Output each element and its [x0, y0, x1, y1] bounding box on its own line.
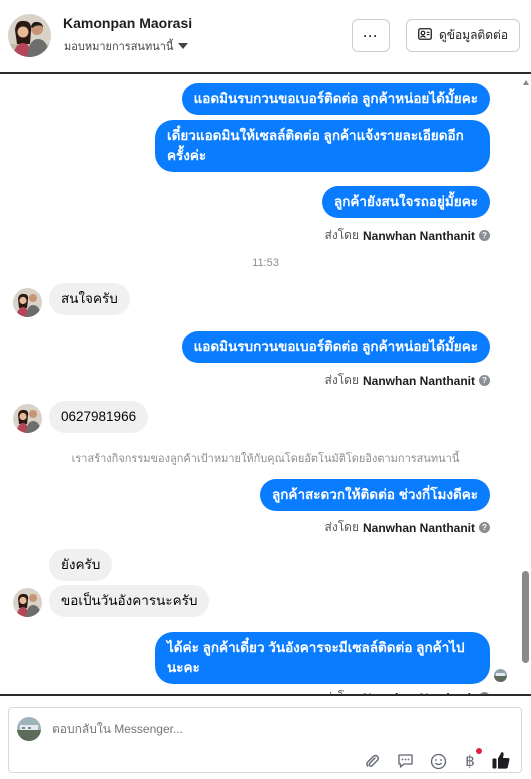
sent-by-label: ส่งโดย Nanwhan Nanthanit ? — [325, 371, 490, 390]
more-options-button[interactable]: ··· — [352, 19, 390, 52]
notification-dot — [476, 748, 482, 754]
message-incoming[interactable]: สนใจครับ — [49, 283, 130, 315]
contact-card-icon — [418, 28, 432, 43]
sent-by-name[interactable]: Nanwhan Nanthanit — [363, 229, 475, 243]
view-contact-button[interactable]: ดูข้อมูลติดต่อ — [406, 19, 520, 52]
sent-by-name[interactable]: Nanwhan Nanthanit — [363, 374, 475, 388]
sent-by-prefix: ส่งโดย — [324, 520, 359, 534]
reply-input[interactable] — [52, 722, 352, 736]
baht-glyph: ฿ — [465, 753, 475, 770]
sent-by-label: ส่งโดย Nanwhan Nanthanit ? — [325, 518, 490, 537]
contact-avatar-small — [13, 404, 42, 433]
help-icon[interactable]: ? — [479, 522, 490, 533]
contact-avatar[interactable] — [8, 14, 51, 57]
contact-avatar-small — [13, 288, 42, 317]
message-outgoing[interactable]: เดี๋ยวแอดมินให้เซลล์ติดต่อ ลูกค้าแจ้งราย… — [155, 120, 490, 172]
message-outgoing[interactable]: ลูกค้าสะดวกให้ติดต่อ ช่วงกี่โมงดีคะ — [259, 479, 490, 511]
help-icon[interactable]: ? — [479, 375, 490, 386]
assign-label: มอบหมายการสนทนานี้ — [64, 41, 174, 53]
message-outgoing[interactable]: ลูกค้ายังสนใจรถอยู่มั้ยคะ — [321, 186, 490, 218]
assign-conversation-dropdown[interactable]: มอบหมายการสนทนานี้ — [64, 37, 189, 55]
thread-scrollbar[interactable] — [522, 76, 530, 694]
contact-name[interactable]: Kamonpan Maorasi — [63, 15, 192, 31]
like-icon[interactable] — [490, 749, 512, 771]
sent-by-label: ส่งโดย Nanwhan Nanthanit ? — [325, 226, 490, 245]
scrollbar-thumb[interactable] — [522, 571, 529, 663]
message-outgoing[interactable]: แอดมินรบกวนขอเบอร์ติดต่อ ลูกค้าหน่อยได้ม… — [181, 331, 490, 363]
caret-down-icon — [178, 43, 189, 49]
contact-avatar-small — [13, 588, 42, 617]
message-incoming[interactable]: 0627981966 — [49, 401, 149, 433]
time-separator: 11:53 — [252, 257, 279, 269]
message-thread[interactable]: แอดมินรบกวนขอเบอร์ติดต่อ ลูกค้าหน่อยได้ม… — [0, 76, 531, 694]
message-incoming[interactable]: ขอเป็นวันอังคารนะครับ — [49, 585, 210, 617]
attachment-icon[interactable] — [363, 752, 381, 770]
payment-baht-icon[interactable]: ฿ — [461, 748, 482, 770]
composer-box[interactable]: ฿ — [8, 707, 522, 773]
message-incoming[interactable]: ยังครับ — [49, 549, 113, 581]
seen-avatar — [494, 669, 507, 682]
page-avatar — [17, 717, 41, 741]
system-note: เราสร้างกิจกรรมของลูกค้าเป้าหมายให้กับคุ… — [71, 453, 460, 465]
sent-by-prefix: ส่งโดย — [324, 373, 359, 387]
message-outgoing[interactable]: แอดมินรบกวนขอเบอร์ติดต่อ ลูกค้าหน่อยได้ม… — [181, 83, 490, 115]
scroll-up-arrow-icon[interactable] — [523, 80, 529, 85]
conversation-header: Kamonpan Maorasi มอบหมายการสนทนานี้ ··· … — [0, 0, 531, 74]
help-icon[interactable]: ? — [479, 230, 490, 241]
view-contact-label: ดูข้อมูลติดต่อ — [438, 28, 509, 42]
saved-replies-icon[interactable] — [396, 752, 414, 770]
message-outgoing[interactable]: ได้ค่ะ ลูกค้าเดี๋ยว วันอังคารจะมีเซลล์ติ… — [155, 632, 490, 684]
reply-composer: ฿ — [0, 694, 531, 779]
sent-by-name[interactable]: Nanwhan Nanthanit — [363, 521, 475, 535]
emoji-icon[interactable] — [429, 752, 447, 770]
sent-by-prefix: ส่งโดย — [324, 228, 359, 242]
